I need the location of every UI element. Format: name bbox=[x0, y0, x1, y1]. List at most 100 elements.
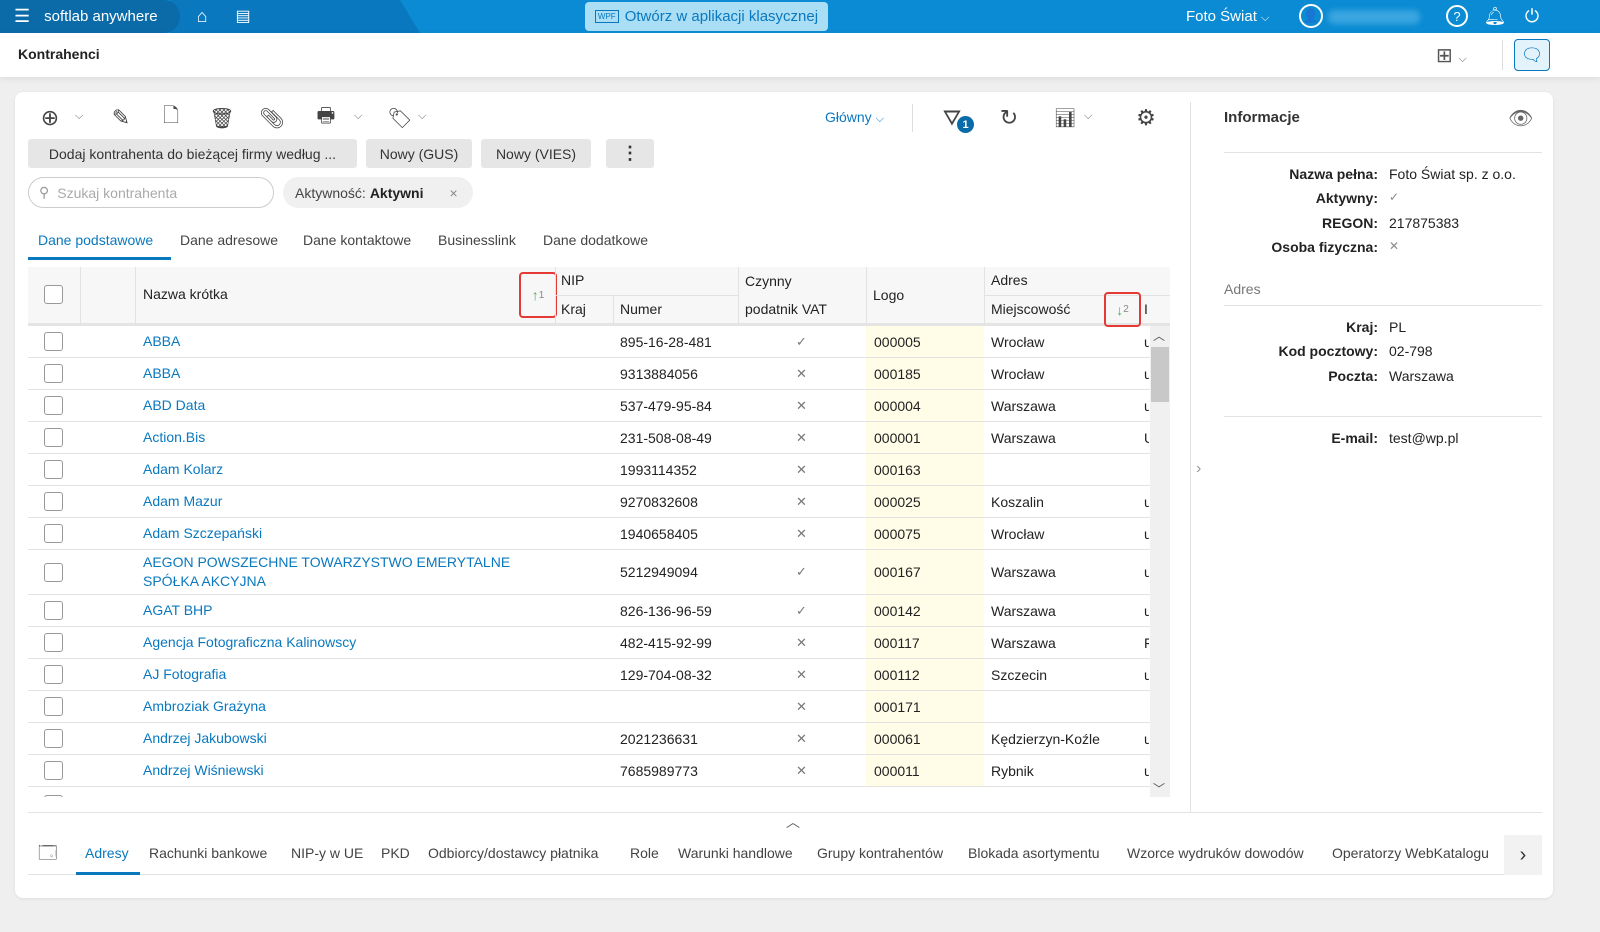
edit-icon[interactable]: ✎ bbox=[107, 104, 135, 132]
row-checkbox[interactable] bbox=[44, 524, 63, 543]
detail-tab[interactable]: Wzorce wydruków dowodów bbox=[1127, 845, 1304, 861]
row-checkbox[interactable] bbox=[44, 332, 63, 351]
chevron-up-icon[interactable]: ︿ bbox=[786, 812, 800, 832]
row-checkbox[interactable] bbox=[44, 795, 63, 797]
detail-tab[interactable]: PKD bbox=[381, 845, 410, 861]
chevron-down-icon[interactable]: ⌵ bbox=[1084, 110, 1092, 123]
row-checkbox[interactable] bbox=[44, 364, 63, 383]
search-input[interactable] bbox=[57, 184, 248, 201]
row-checkbox[interactable] bbox=[44, 492, 63, 511]
chart-icon[interactable]: 📊︎ bbox=[1052, 104, 1078, 132]
detail-tab[interactable]: Role bbox=[630, 845, 659, 861]
scroll-down-icon[interactable]: ﹀ bbox=[1153, 780, 1165, 797]
tag-icon[interactable]: 🏷︎ bbox=[386, 104, 414, 132]
menu-icon[interactable]: ☰ bbox=[14, 6, 30, 27]
add-by-button[interactable]: Dodaj kontrahenta do bieżącej firmy wedł… bbox=[28, 139, 357, 168]
news-icon[interactable]: ▤ bbox=[231, 4, 255, 28]
detail-tab[interactable]: Adresy bbox=[85, 845, 129, 861]
table-row[interactable]: Adam Mazur 9270832608 ✕ 000025 Koszalin u bbox=[28, 486, 1150, 518]
detail-tab[interactable]: NIP-y w UE bbox=[291, 845, 363, 861]
contractor-name-link[interactable]: Agencja Fotograficzna Kalinowscy bbox=[143, 633, 543, 652]
table-row[interactable]: ABBA 9313884056 ✕ 000185 Wrocław u bbox=[28, 358, 1150, 390]
home-icon[interactable]: ⌂ bbox=[190, 4, 214, 28]
trash-icon[interactable]: 🗑︎ bbox=[208, 104, 236, 132]
table-row[interactable]: AJ Fotografia 129-704-08-32 ✕ 000112 Szczeci… bbox=[28, 659, 1150, 691]
header-nazwa[interactable]: Nazwa krótka bbox=[143, 286, 228, 302]
printer-icon[interactable]: 🖶 bbox=[312, 104, 340, 132]
table-row[interactable] bbox=[28, 787, 1150, 797]
new-vies-button[interactable]: Nowy (VIES) bbox=[481, 139, 591, 168]
table-row[interactable]: Adam Szczepański 1940658405 ✕ 000075 Wrocław… bbox=[28, 518, 1150, 550]
row-checkbox[interactable] bbox=[44, 729, 63, 748]
details-icon[interactable]: 🗋 bbox=[157, 104, 185, 132]
header-vat-2[interactable]: podatnik VAT bbox=[745, 301, 827, 317]
contractor-name-link[interactable]: AEGON POWSZECHNE TOWARZYSTWO EMERYTALNE … bbox=[143, 553, 543, 591]
header-next[interactable]: I bbox=[1144, 301, 1150, 317]
contractor-name-link[interactable]: Adam Kolarz bbox=[143, 460, 543, 479]
open-classic-button[interactable]: WPF Otwórz w aplikacji klasycznej bbox=[585, 2, 828, 31]
table-row[interactable]: AEGON POWSZECHNE TOWARZYSTWO EMERYTALNE … bbox=[28, 550, 1150, 595]
contractor-name-link[interactable]: Ambroziak Grażyna bbox=[143, 697, 543, 716]
tab-dane-dodatkowe[interactable]: Dane dodatkowe bbox=[543, 232, 648, 248]
table-row[interactable]: Action.Bis 231-508-08-49 ✕ 000001 Warszawa U bbox=[28, 422, 1150, 454]
row-checkbox[interactable] bbox=[44, 633, 63, 652]
contractor-name-link[interactable]: AGAT BHP bbox=[143, 601, 543, 620]
close-icon[interactable]: × bbox=[450, 185, 458, 201]
detail-tab[interactable]: Operatorzy WebKatalogu bbox=[1332, 845, 1489, 861]
contractor-name-link[interactable]: Action.Bis bbox=[143, 428, 543, 447]
row-checkbox[interactable] bbox=[44, 665, 63, 684]
more-icon[interactable]: ⋮ bbox=[606, 139, 654, 168]
row-checkbox[interactable] bbox=[44, 761, 63, 780]
filter-chip[interactable]: Aktywność: Aktywni × bbox=[283, 177, 473, 208]
scrollbar-thumb[interactable] bbox=[1151, 347, 1169, 402]
view-selector[interactable]: Główny ⌵ bbox=[825, 109, 884, 126]
table-row[interactable]: AGAT BHP 826-136-96-59 ✓ 000142 Warszawa u bbox=[28, 595, 1150, 627]
table-row[interactable]: Andrzej Jakubowski 2021236631 ✕ 000061 Kędzi… bbox=[28, 723, 1150, 755]
header-kraj[interactable]: Kraj bbox=[561, 301, 586, 317]
power-icon[interactable]: ⏻ bbox=[1520, 4, 1544, 28]
sort-asc-icon[interactable]: ↑ 1 bbox=[519, 272, 557, 318]
row-checkbox[interactable] bbox=[44, 428, 63, 447]
table-row[interactable]: Andrzej Wiśniewski 7685989773 ✕ 000011 Rybni… bbox=[28, 755, 1150, 787]
paperclip-icon[interactable]: 📎︎ bbox=[258, 104, 286, 132]
eye-off-icon[interactable]: 👁︎ bbox=[1508, 106, 1533, 131]
row-checkbox[interactable] bbox=[44, 697, 63, 716]
contractor-name-link[interactable]: ABD Data bbox=[143, 396, 543, 415]
refresh-icon[interactable]: ↻ bbox=[996, 104, 1022, 132]
row-checkbox[interactable] bbox=[44, 460, 63, 479]
table-row[interactable]: Ambroziak Grażyna ✕ 000171 bbox=[28, 691, 1150, 723]
search-box[interactable]: ⚲ bbox=[28, 177, 274, 208]
tab-businesslink[interactable]: Businesslink bbox=[438, 232, 516, 248]
contractor-name-link[interactable]: Andrzej Wiśniewski bbox=[143, 761, 543, 780]
select-all-checkbox[interactable] bbox=[44, 285, 63, 304]
scroll-up-icon[interactable]: ︿ bbox=[1153, 327, 1165, 344]
chevron-down-icon[interactable]: ⌵ bbox=[354, 110, 362, 123]
header-vat-1[interactable]: Czynny bbox=[745, 273, 792, 289]
detail-tab[interactable]: Odbiorcy/dostawcy płatnika bbox=[428, 845, 598, 861]
layout-icon[interactable]: ⊞ ⌵ bbox=[1436, 43, 1467, 68]
contractor-name-link[interactable]: Adam Szczepański bbox=[143, 524, 543, 543]
help-icon[interactable]: ? bbox=[1446, 5, 1468, 27]
user-icon[interactable]: 👤 bbox=[1299, 4, 1323, 28]
settings-icon[interactable]: ⚙ bbox=[1132, 104, 1160, 132]
contractor-name-link[interactable]: Adam Mazur bbox=[143, 492, 543, 511]
row-checkbox[interactable] bbox=[44, 396, 63, 415]
detail-tab[interactable]: Warunki handlowe bbox=[678, 845, 793, 861]
chevron-right-icon[interactable]: › bbox=[1196, 460, 1201, 478]
detail-tab[interactable]: Rachunki bankowe bbox=[149, 845, 267, 861]
header-numer[interactable]: Numer bbox=[620, 301, 662, 317]
detail-tab[interactable]: Blokada asortymentu bbox=[968, 845, 1100, 861]
row-checkbox[interactable] bbox=[44, 601, 63, 620]
row-checkbox[interactable] bbox=[44, 562, 63, 582]
sort-desc-icon[interactable]: ↓ 2 bbox=[1104, 292, 1141, 327]
table-row[interactable]: ABBA 895-16-28-481 ✓ 000005 Wrocław u bbox=[28, 326, 1150, 358]
company-selector[interactable]: Foto Świat ⌵ bbox=[1186, 8, 1269, 25]
preview-icon[interactable]: 🗔 bbox=[38, 841, 58, 871]
tab-dane-adresowe[interactable]: Dane adresowe bbox=[180, 232, 278, 248]
bell-icon[interactable]: 🔔︎ bbox=[1483, 4, 1507, 28]
add-icon[interactable]: ⊕ bbox=[36, 104, 64, 132]
chat-icon[interactable]: 🗨︎ bbox=[1514, 39, 1550, 71]
chevron-down-icon[interactable]: ⌵ bbox=[418, 110, 426, 123]
table-row[interactable]: Adam Kolarz 1993114352 ✕ 000163 bbox=[28, 454, 1150, 486]
tab-dane-podstawowe[interactable]: Dane podstawowe bbox=[38, 232, 153, 248]
